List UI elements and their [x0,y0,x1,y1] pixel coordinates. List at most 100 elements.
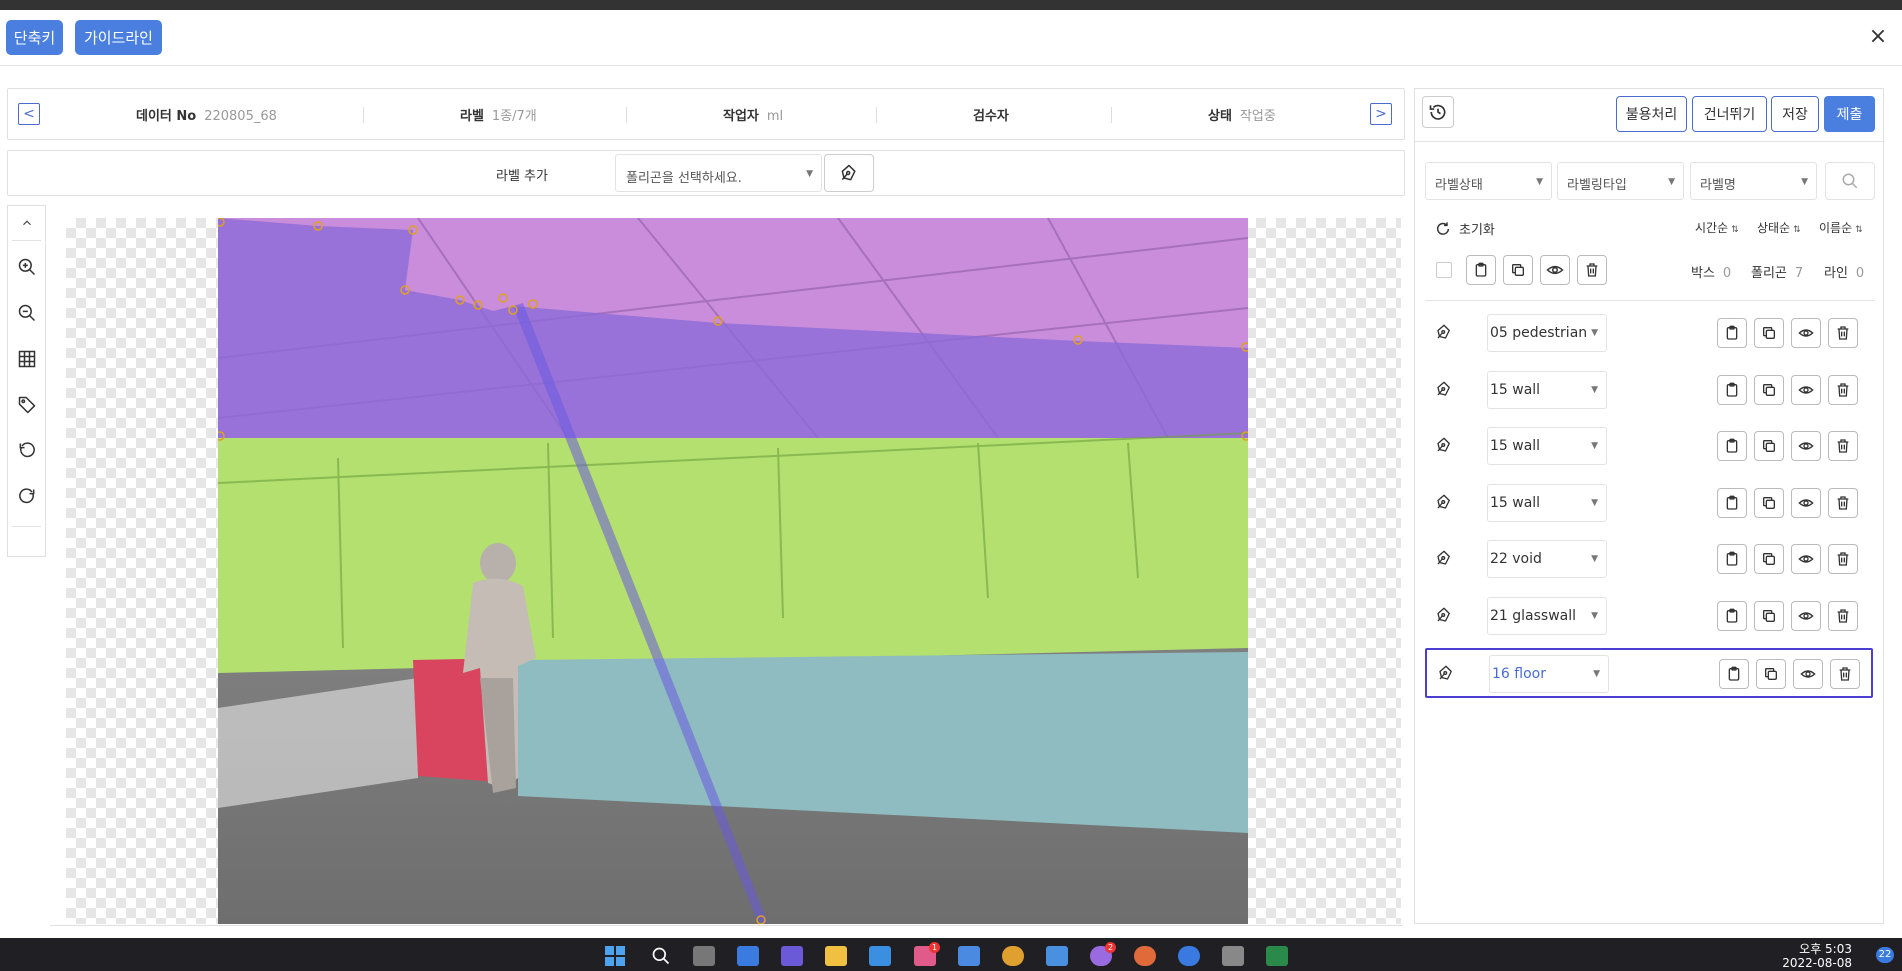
delete-button[interactable] [1828,431,1858,461]
delete-button[interactable] [1828,544,1858,574]
copy-button[interactable] [1754,487,1784,518]
zoom-in-button[interactable] [16,256,38,278]
chrome-icon[interactable] [1002,946,1024,966]
panel-divider [1425,300,1875,301]
sort-by-time[interactable]: 시간순 ⇅ [1695,219,1739,236]
close-icon[interactable]: × [1866,24,1890,49]
label-class-select[interactable]: 16 floor ▼ [1489,655,1609,693]
label-name-filter[interactable]: 라벨명 ▼ [1690,162,1817,200]
label-row[interactable]: 22 void ▼ [1425,535,1873,585]
redo-button[interactable] [16,486,38,508]
prev-data-button[interactable]: < [18,103,40,125]
delete-all-button[interactable] [1577,255,1607,285]
annotation-canvas[interactable] [66,218,1401,924]
copy-button[interactable] [1756,659,1786,689]
mail-icon[interactable] [1046,946,1068,966]
submit-button[interactable]: 제출 [1824,96,1875,132]
file-explorer-icon[interactable] [825,946,847,966]
label-row[interactable]: 05 pedestrian ▼ [1425,309,1873,359]
data-no-info: 데이터 No 220805_68 [136,109,277,124]
undo-button[interactable] [16,440,38,462]
visibility-button[interactable] [1791,600,1821,631]
search-button[interactable] [1825,162,1875,200]
paste-button[interactable] [1717,318,1747,348]
delete-button[interactable] [1828,600,1858,631]
visibility-button[interactable] [1791,544,1821,574]
sort-by-name[interactable]: 이름순 ⇅ [1819,219,1863,236]
visibility-button[interactable] [1791,374,1821,405]
app2-icon[interactable] [1178,946,1200,966]
visibility-button[interactable] [1791,487,1821,518]
label-row[interactable]: 15 wall ▼ [1425,422,1873,472]
paste-button[interactable] [1719,659,1749,689]
paste-button[interactable] [1717,431,1747,461]
toggle-visibility-all-button[interactable] [1540,255,1570,285]
calculator-icon[interactable] [1222,946,1244,966]
delete-button[interactable] [1830,659,1860,689]
labeling-type-filter[interactable]: 라벨링타입 ▼ [1557,162,1684,200]
label-class-select[interactable]: 15 wall ▼ [1487,427,1607,465]
shortcut-button[interactable]: 단축키 [6,20,63,55]
delete-button[interactable] [1828,318,1858,348]
system-clock[interactable]: 오후 5:03 2022-08-08 [1782,942,1852,970]
delete-button[interactable] [1828,487,1858,518]
copy-all-button[interactable] [1503,255,1533,285]
label-class-select[interactable]: 15 wall ▼ [1487,370,1607,409]
chrome-profile-icon[interactable] [1134,946,1156,966]
skip-button[interactable]: 건너뛰기 [1692,96,1767,132]
polygon-select[interactable]: 폴리곤을 선택하세요. ▼ [615,154,822,192]
copy-button[interactable] [1754,431,1784,461]
save-button[interactable]: 저장 [1771,96,1819,132]
paste-button[interactable] [1717,544,1747,574]
label-row[interactable]: 16 floor ▼ [1425,648,1873,698]
delete-button[interactable] [1828,374,1858,405]
label-row[interactable]: 21 glasswall ▼ [1425,592,1873,642]
notification-count[interactable]: 22 [1876,947,1894,963]
copy-button[interactable] [1754,374,1784,405]
collapse-button[interactable] [16,212,38,234]
slack-icon[interactable]: 1 [914,942,940,966]
paste-all-button[interactable] [1466,255,1496,285]
visibility-button[interactable] [1793,659,1823,689]
copy-button[interactable] [1754,544,1784,574]
paste-button[interactable] [1717,487,1747,518]
paste-button[interactable] [1717,600,1747,631]
eye-icon [1798,385,1814,394]
search-taskbar-icon[interactable] [650,946,672,966]
teams-icon[interactable] [781,946,803,966]
label-row[interactable]: 15 wall ▼ [1425,366,1873,416]
widgets-icon[interactable] [737,946,759,966]
grid-button[interactable] [16,348,38,370]
copy-button[interactable] [1754,600,1784,631]
excel-icon[interactable] [1266,946,1288,966]
guideline-button[interactable]: 가이드라인 [75,20,162,55]
label-class-select[interactable]: 21 glasswall ▼ [1487,596,1607,635]
annotated-image[interactable] [218,218,1248,924]
visibility-button[interactable] [1791,318,1821,348]
copy-icon [1763,383,1775,396]
label-class-select[interactable]: 05 pedestrian ▼ [1487,314,1607,352]
store-icon[interactable] [869,946,891,966]
tag-button[interactable] [16,394,38,416]
unusable-button[interactable]: 불용처리 [1616,96,1687,132]
zoom-out-button[interactable] [16,302,38,324]
next-data-button[interactable]: > [1370,103,1392,125]
task-view-icon[interactable] [693,946,715,966]
select-all-checkbox[interactable] [1436,262,1452,278]
label-info: 라벨 1종/7개 [460,109,537,124]
copy-button[interactable] [1754,318,1784,348]
history-button[interactable] [1422,96,1454,128]
pen-tool-button[interactable] [824,154,874,192]
label-class-select[interactable]: 15 wall ▼ [1487,483,1607,522]
visibility-button[interactable] [1791,431,1821,461]
chat-icon[interactable]: 2 [1090,942,1116,966]
clipboard-icon [1728,666,1740,681]
start-icon[interactable] [604,946,626,966]
app-icon[interactable] [958,946,980,966]
label-class-select[interactable]: 22 void ▼ [1487,540,1607,578]
paste-button[interactable] [1717,374,1747,405]
sort-by-status[interactable]: 상태순 ⇅ [1757,219,1801,236]
label-row[interactable]: 15 wall ▼ [1425,479,1873,529]
label-status-filter[interactable]: 라벨상태 ▼ [1425,162,1552,200]
reset-button[interactable]: 초기화 [1435,219,1495,238]
